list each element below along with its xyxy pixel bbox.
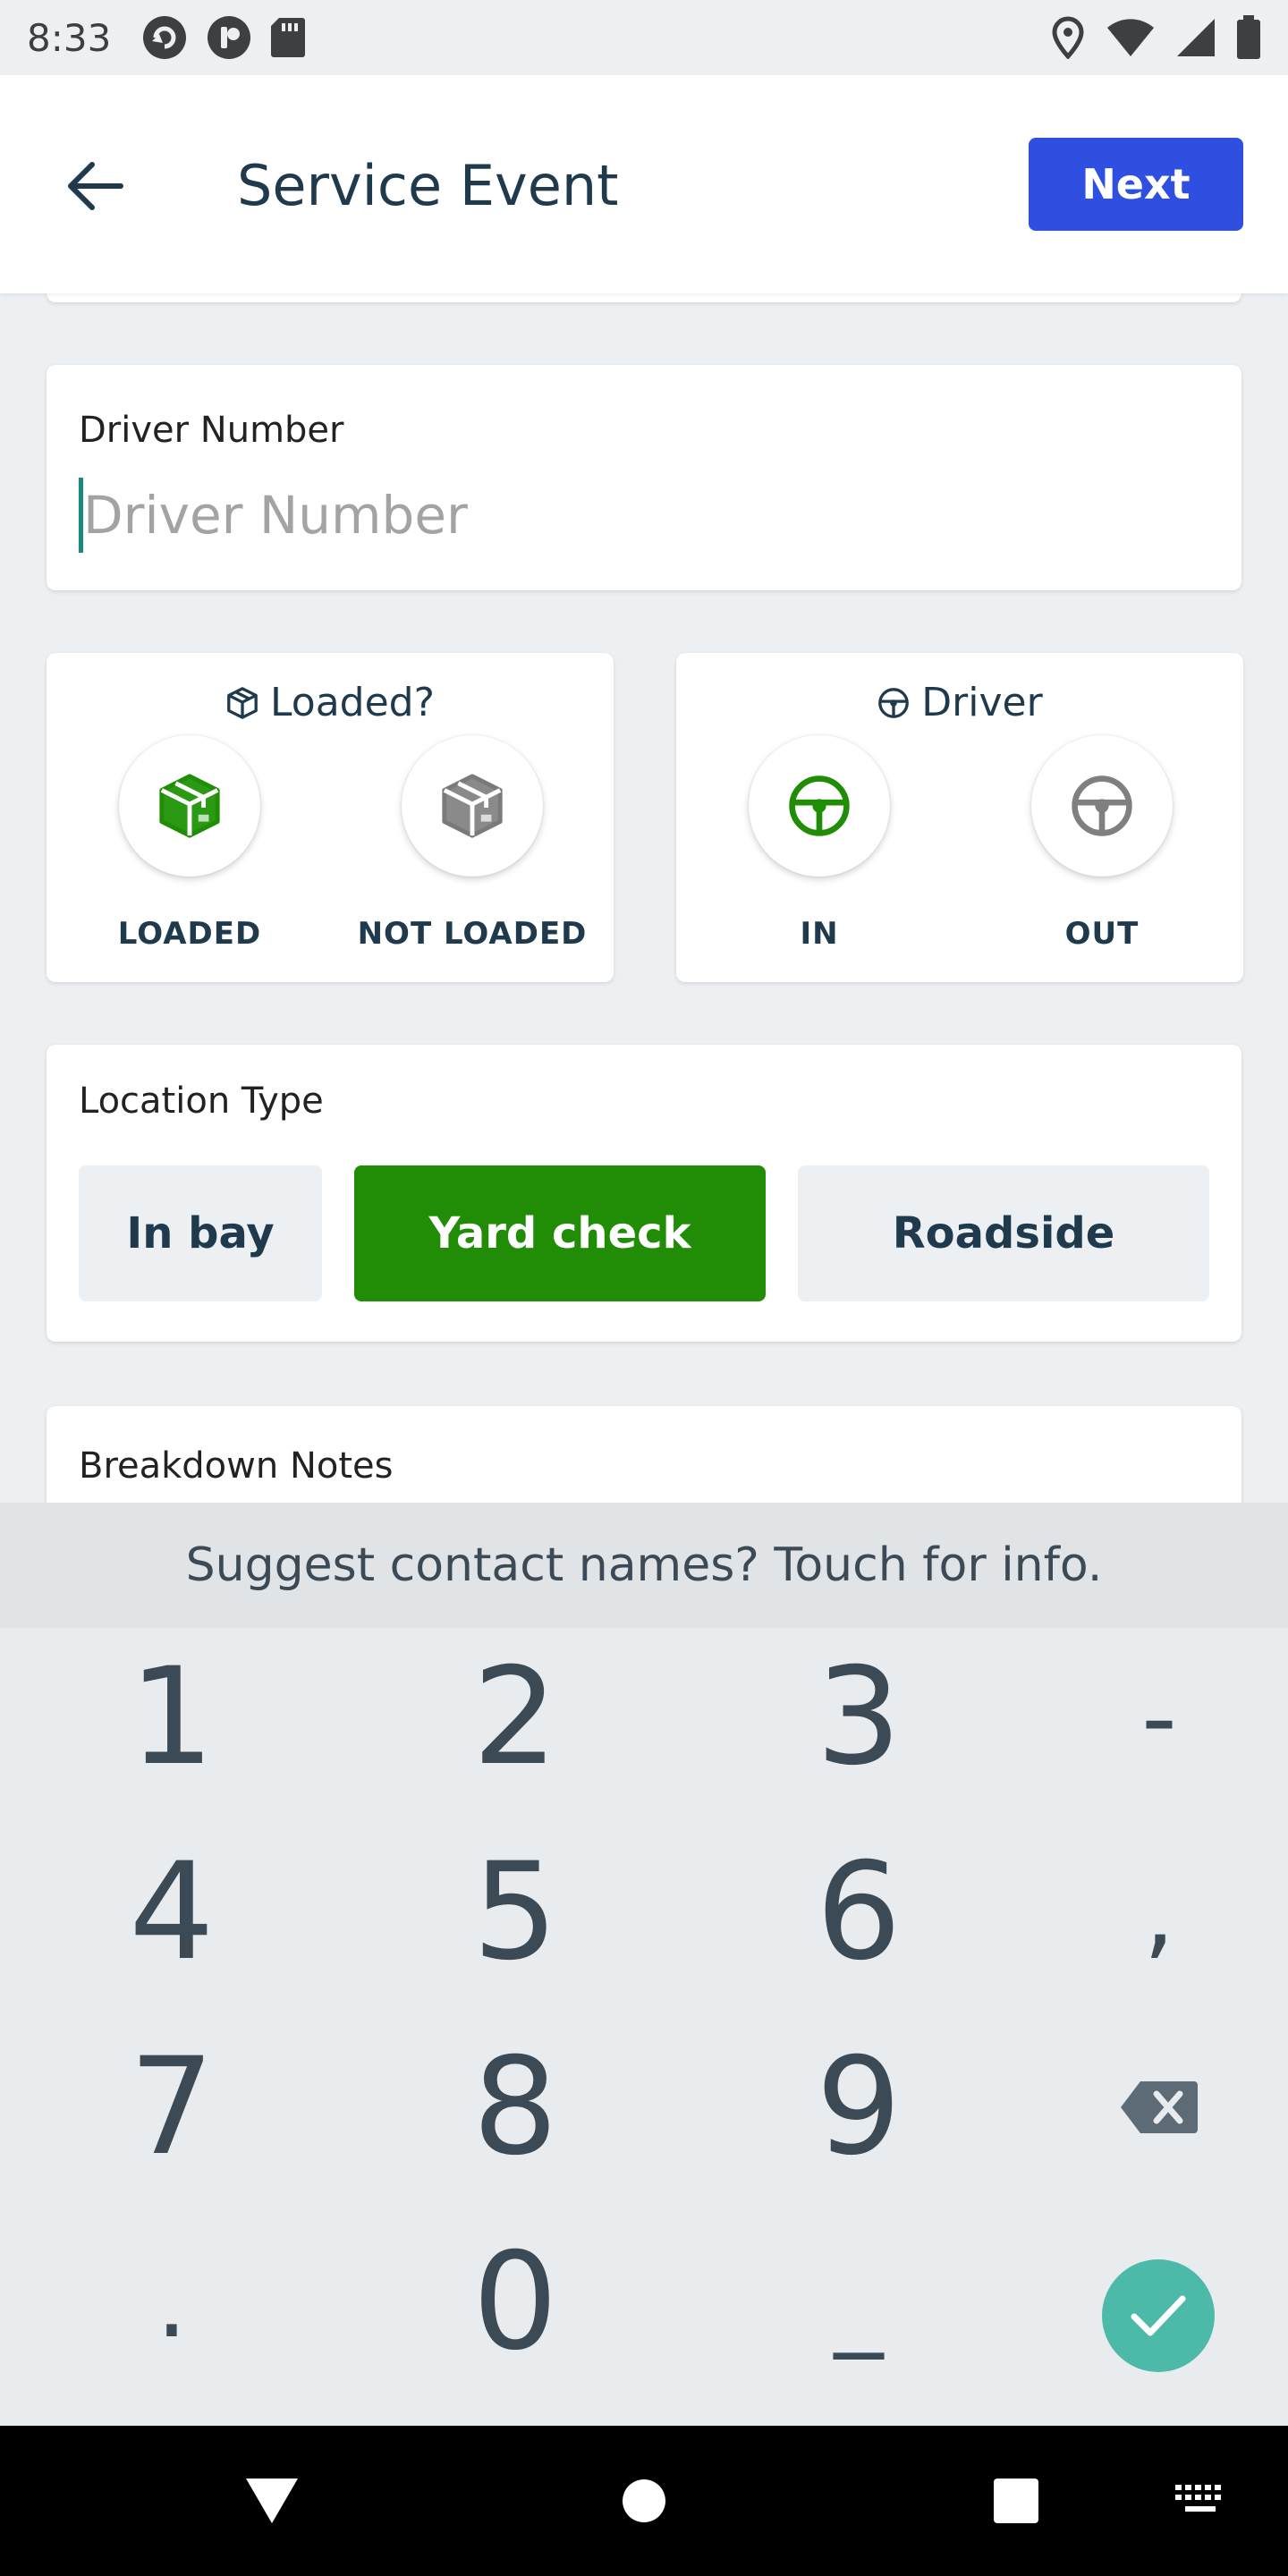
key-7[interactable]: 7: [38, 2018, 306, 2197]
loaded-title: Loaded?: [270, 680, 435, 725]
box-icon: [159, 774, 220, 838]
key-3[interactable]: 3: [724, 1628, 993, 1807]
battery-icon: [1236, 15, 1261, 60]
loaded-card: Loaded? LOADED NOT LOADED: [47, 653, 614, 982]
key-0[interactable]: 0: [381, 2213, 649, 2392]
driver-number-label: Driver Number: [79, 410, 344, 451]
cellular-signal-icon: [1175, 17, 1216, 58]
sync-app-icon: [141, 14, 188, 61]
key-5[interactable]: 5: [381, 1823, 649, 2002]
loaded-header: Loaded?: [47, 680, 614, 725]
system-navigation-bar: [0, 2426, 1288, 2576]
numeric-keypad: 1 2 3 - 4 5 6 , 7 8 9 . 0 _: [0, 1628, 1288, 2426]
key-comma[interactable]: ,: [1025, 1823, 1288, 2002]
loaded-option-label: LOADED: [117, 916, 262, 952]
breakdown-notes-label: Breakdown Notes: [79, 1445, 394, 1487]
driver-out-label: OUT: [1064, 916, 1140, 952]
status-bar: 8:33: [0, 0, 1288, 75]
not-loaded-option-label: NOT LOADED: [357, 916, 588, 952]
driver-number-card: Driver Number: [47, 365, 1241, 590]
driver-title: Driver: [921, 680, 1043, 725]
driver-out-option[interactable]: OUT: [995, 735, 1209, 952]
driver-card: Driver IN OUT: [676, 653, 1243, 982]
keyboard-done-button[interactable]: [1102, 2259, 1215, 2372]
breakdown-notes-card: Breakdown Notes: [47, 1406, 1241, 1513]
location-type-label: Location Type: [79, 1080, 324, 1122]
next-button[interactable]: Next: [1029, 138, 1243, 231]
triangle-down-icon: [246, 2479, 298, 2523]
page-title: Service Event: [237, 153, 619, 218]
loaded-option[interactable]: LOADED: [82, 735, 297, 952]
location-icon: [1050, 16, 1086, 59]
checkmark-icon: [1131, 2295, 1186, 2336]
key-backspace[interactable]: [1025, 2018, 1288, 2197]
driver-number-input[interactable]: [79, 478, 1206, 553]
driver-in-label: IN: [800, 916, 839, 952]
location-yard-check-button[interactable]: Yard check: [354, 1165, 766, 1301]
app-bar: Service Event Next: [0, 75, 1288, 293]
nav-back-button[interactable]: [227, 2456, 317, 2546]
driver-in-option-button[interactable]: [749, 735, 890, 877]
square-recents-icon: [994, 2479, 1038, 2523]
status-time: 8:33: [27, 15, 112, 60]
nav-home-button[interactable]: [599, 2456, 689, 2546]
loaded-option-button[interactable]: [119, 735, 260, 877]
key-4[interactable]: 4: [38, 1823, 306, 2002]
driver-header: Driver: [676, 680, 1243, 725]
key-9[interactable]: 9: [724, 2018, 993, 2197]
steering-wheel-icon: [789, 775, 850, 836]
not-loaded-option-button[interactable]: [402, 735, 543, 877]
key-2[interactable]: 2: [381, 1628, 649, 1807]
back-button[interactable]: [57, 148, 132, 224]
driver-out-option-button[interactable]: [1031, 735, 1173, 877]
keyboard-icon: [1175, 2485, 1221, 2512]
key-underscore[interactable]: _: [724, 2213, 993, 2392]
steering-wheel-icon: [878, 687, 910, 718]
app-notification-icon: [206, 14, 252, 61]
location-roadside-button[interactable]: Roadside: [798, 1165, 1209, 1301]
not-loaded-option[interactable]: NOT LOADED: [358, 735, 586, 952]
backspace-icon: [1121, 2081, 1198, 2133]
key-period[interactable]: .: [38, 2213, 306, 2392]
nav-recents-button[interactable]: [971, 2456, 1061, 2546]
wifi-icon: [1106, 17, 1156, 58]
driver-in-option[interactable]: IN: [712, 735, 927, 952]
circle-home-icon: [623, 2479, 665, 2522]
key-8[interactable]: 8: [381, 2018, 649, 2197]
keyboard-suggestion-bar[interactable]: Suggest contact names? Touch for info.: [0, 1503, 1288, 1628]
sd-card-icon: [270, 16, 306, 59]
key-1[interactable]: 1: [38, 1628, 306, 1807]
location-type-card: Location Type In bay Yard check Roadside: [47, 1045, 1241, 1342]
key-6[interactable]: 6: [724, 1823, 993, 2002]
key-dash[interactable]: -: [1025, 1628, 1288, 1807]
location-in-bay-button[interactable]: In bay: [79, 1165, 322, 1301]
nav-keyboard-switch-button[interactable]: [1156, 2456, 1245, 2546]
box-icon: [227, 686, 258, 719]
box-icon: [442, 774, 503, 838]
arrow-left-icon: [68, 162, 123, 210]
steering-wheel-icon: [1072, 775, 1132, 836]
